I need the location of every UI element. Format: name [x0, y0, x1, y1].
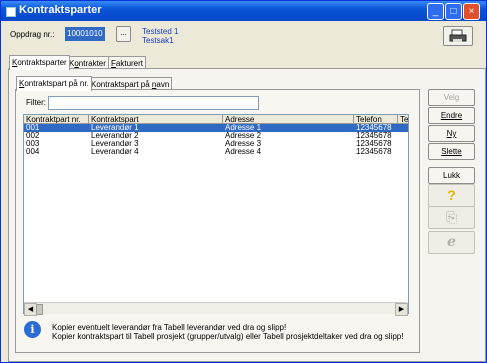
endre-button[interactable]: Endre [428, 107, 475, 124]
table-row[interactable]: 001 Leverandør 1 Adresse 1 12345678 [24, 124, 408, 132]
cell-kontraktspart: Leverandør 3 [91, 140, 139, 148]
info-line-1: Kopier eventuelt leverandør fra Tabell l… [52, 323, 287, 332]
oppdrag-field[interactable]: 10001010 [65, 27, 105, 41]
cell-telefon: 12345678 [356, 124, 392, 132]
tab-fakturert-rest: akturert [115, 59, 144, 68]
tab-kontrakter-rest: ntrakter [78, 59, 106, 68]
location-text: Teststed 1 [142, 27, 179, 36]
column-header-te[interactable]: Te [398, 115, 408, 124]
cell-nr: 004 [26, 148, 40, 156]
velg-button[interactable]: Velg [428, 89, 475, 106]
subtab-navn-rest: avn [156, 80, 170, 89]
scroll-right-icon[interactable]: ▶ [395, 303, 408, 316]
cell-nr: 001 [26, 124, 40, 132]
help-icon[interactable]: ? [428, 184, 475, 207]
slette-button[interactable]: Slette [428, 143, 475, 160]
case-text: Testsak1 [142, 36, 174, 45]
ny-button[interactable]: Ny [428, 125, 475, 142]
browse-button[interactable]: ... [116, 26, 131, 42]
table-row[interactable]: 003 Leverandør 3 Adresse 3 12345678 [24, 140, 408, 148]
cell-telefon: 12345678 [356, 132, 392, 140]
title-bar[interactable]: Kontraktsparter _ □ × [1, 1, 486, 21]
subtab-nr-rest: ontraktspart på nr. [24, 79, 89, 88]
printer-icon [449, 29, 467, 42]
cell-kontraktspart: Leverandør 2 [91, 132, 139, 140]
transfer-icon[interactable]: ⎘ [428, 206, 475, 229]
scrollbar-thumb[interactable] [36, 304, 43, 315]
subtab-kontraktspart-nr[interactable]: Kontraktspart på nr. [16, 76, 92, 91]
contract-parties-table: Kontraktpart nr. Kontraktspart Adresse T… [23, 114, 409, 314]
cell-telefon: 12345678 [356, 148, 392, 156]
column-header-adresse[interactable]: Adresse [223, 115, 354, 124]
filter-input[interactable] [48, 96, 259, 110]
print-button[interactable] [443, 26, 473, 46]
minimize-button[interactable]: _ [427, 3, 444, 20]
filter-label: Filter: [26, 98, 46, 107]
cell-kontraktspart: Leverandør 1 [91, 124, 139, 132]
cell-adresse: Adresse 3 [225, 140, 262, 148]
tab-kontraktsparter[interactable]: Kontraktsparter [9, 55, 70, 70]
horizontal-scrollbar[interactable]: ◀ ▶ [24, 302, 408, 316]
column-header-nr[interactable]: Kontraktpart nr. [24, 115, 89, 124]
oppdrag-label: Oppdrag nr.: [10, 30, 55, 39]
cell-adresse: Adresse 4 [225, 148, 262, 156]
info-icon: i [24, 321, 41, 338]
table-row[interactable]: 002 Leverandør 2 Adresse 2 12345678 [24, 132, 408, 140]
subtab-navn-pre: Kontraktspart på [91, 80, 152, 89]
info-line-2: Kopier kontraktspart til Tabell prosjekt… [52, 332, 404, 341]
cell-adresse: Adresse 1 [225, 124, 262, 132]
tab-kontraktsparter-rest: ontraktsparter [17, 58, 67, 67]
cell-kontraktspart: Leverandør 4 [91, 148, 139, 156]
table-row[interactable]: 004 Leverandør 4 Adresse 4 12345678 [24, 148, 408, 156]
column-header-telefon[interactable]: Telefon [354, 115, 398, 124]
cell-adresse: Adresse 2 [225, 132, 262, 140]
cell-telefon: 12345678 [356, 140, 392, 148]
cell-nr: 002 [26, 132, 40, 140]
maximize-button[interactable]: □ [445, 3, 462, 20]
app-icon [6, 7, 16, 17]
column-header-kontraktspart[interactable]: Kontraktspart [89, 115, 223, 124]
main-window: Kontraktsparter _ □ × Oppdrag nr.: 10001… [0, 0, 487, 363]
internet-explorer-icon[interactable]: e [428, 231, 475, 254]
close-button[interactable]: × [463, 3, 480, 20]
cell-nr: 003 [26, 140, 40, 148]
lukk-button[interactable]: Lukk [428, 167, 475, 184]
window-title: Kontraktsparter [19, 4, 102, 16]
